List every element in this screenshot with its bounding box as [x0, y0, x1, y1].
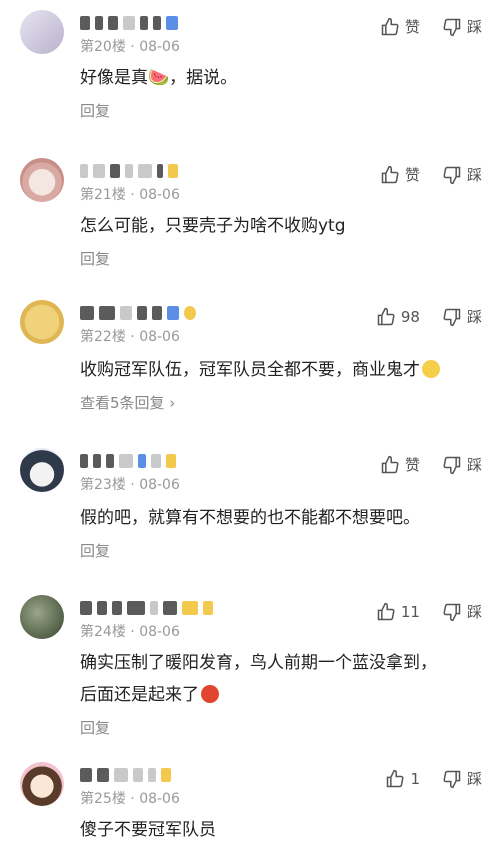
thumbs-up-icon [381, 455, 399, 473]
like-button[interactable]: 1 [385, 769, 420, 789]
floor-meta: 第24楼 · 08-06 [80, 624, 180, 640]
avatar[interactable] [20, 448, 64, 492]
comment-text: 好像是真🍉，据说。 [80, 68, 238, 88]
floor-meta: 第25楼 · 08-06 [80, 791, 180, 807]
reply-button[interactable]: 回复 [80, 248, 110, 269]
tomato-emoji-icon [201, 685, 219, 703]
dislike-button[interactable]: 踩 [442, 601, 482, 622]
username-blurred[interactable] [80, 452, 176, 470]
username-blurred[interactable] [80, 304, 196, 322]
dislike-button[interactable]: 踩 [442, 164, 482, 185]
dislike-button[interactable]: 踩 [442, 16, 482, 37]
smile-emoji-icon [422, 360, 440, 378]
floor-meta: 第23楼 · 08-06 [80, 477, 180, 493]
thumbs-down-icon [443, 308, 461, 326]
comment-text: 傻子不要冠军队员 [80, 820, 216, 840]
reply-button[interactable]: 回复 [80, 540, 110, 561]
comment-text: 确实压制了暖阳发育，鸟人前期一个蓝没拿到， 后面还是起来了 [80, 653, 437, 705]
username-blurred[interactable] [80, 14, 178, 32]
thumbs-up-icon [381, 165, 399, 183]
username-blurred[interactable] [80, 162, 178, 180]
comment-text: 怎么可能，只要壳子为啥不收购ytg [80, 216, 346, 236]
avatar[interactable] [20, 762, 64, 806]
comment-text: 收购冠军队伍，冠军队员全都不要，商业鬼才 [80, 354, 480, 386]
avatar[interactable] [20, 10, 64, 54]
comment-text: 假的吧，就算有不想要的也不能都不想要吧。 [80, 508, 420, 528]
thumbs-down-icon [443, 166, 461, 184]
thumbs-down-icon [443, 603, 461, 621]
thumbs-up-icon [387, 769, 404, 787]
dislike-button[interactable]: 踩 [442, 306, 482, 327]
floor-meta: 第20楼 · 08-06 [80, 39, 180, 55]
like-button[interactable]: 赞 [380, 16, 420, 37]
dislike-button[interactable]: 踩 [442, 454, 482, 475]
like-button[interactable]: 赞 [380, 164, 420, 185]
view-replies-button[interactable]: 查看5条回复 › [80, 392, 175, 413]
thumbs-down-icon [443, 770, 461, 788]
thumbs-up-icon [377, 602, 395, 620]
floor-meta: 第21楼 · 08-06 [80, 187, 180, 203]
like-button[interactable]: 11 [376, 602, 420, 622]
reply-button[interactable]: 回复 [80, 717, 110, 738]
floor-meta: 第22楼 · 08-06 [80, 329, 180, 345]
avatar[interactable] [20, 595, 64, 639]
like-button[interactable]: 98 [376, 307, 420, 327]
thumbs-down-icon [443, 18, 461, 36]
thumbs-up-icon [377, 307, 395, 325]
reply-button[interactable]: 回复 [80, 100, 110, 121]
avatar[interactable] [20, 158, 64, 202]
username-blurred[interactable] [80, 766, 171, 784]
avatar[interactable] [20, 300, 64, 344]
thumbs-down-icon [443, 456, 461, 474]
dislike-button[interactable]: 踩 [442, 768, 482, 789]
thumbs-up-icon [381, 17, 399, 35]
like-button[interactable]: 赞 [380, 454, 420, 475]
username-blurred[interactable] [80, 599, 213, 617]
